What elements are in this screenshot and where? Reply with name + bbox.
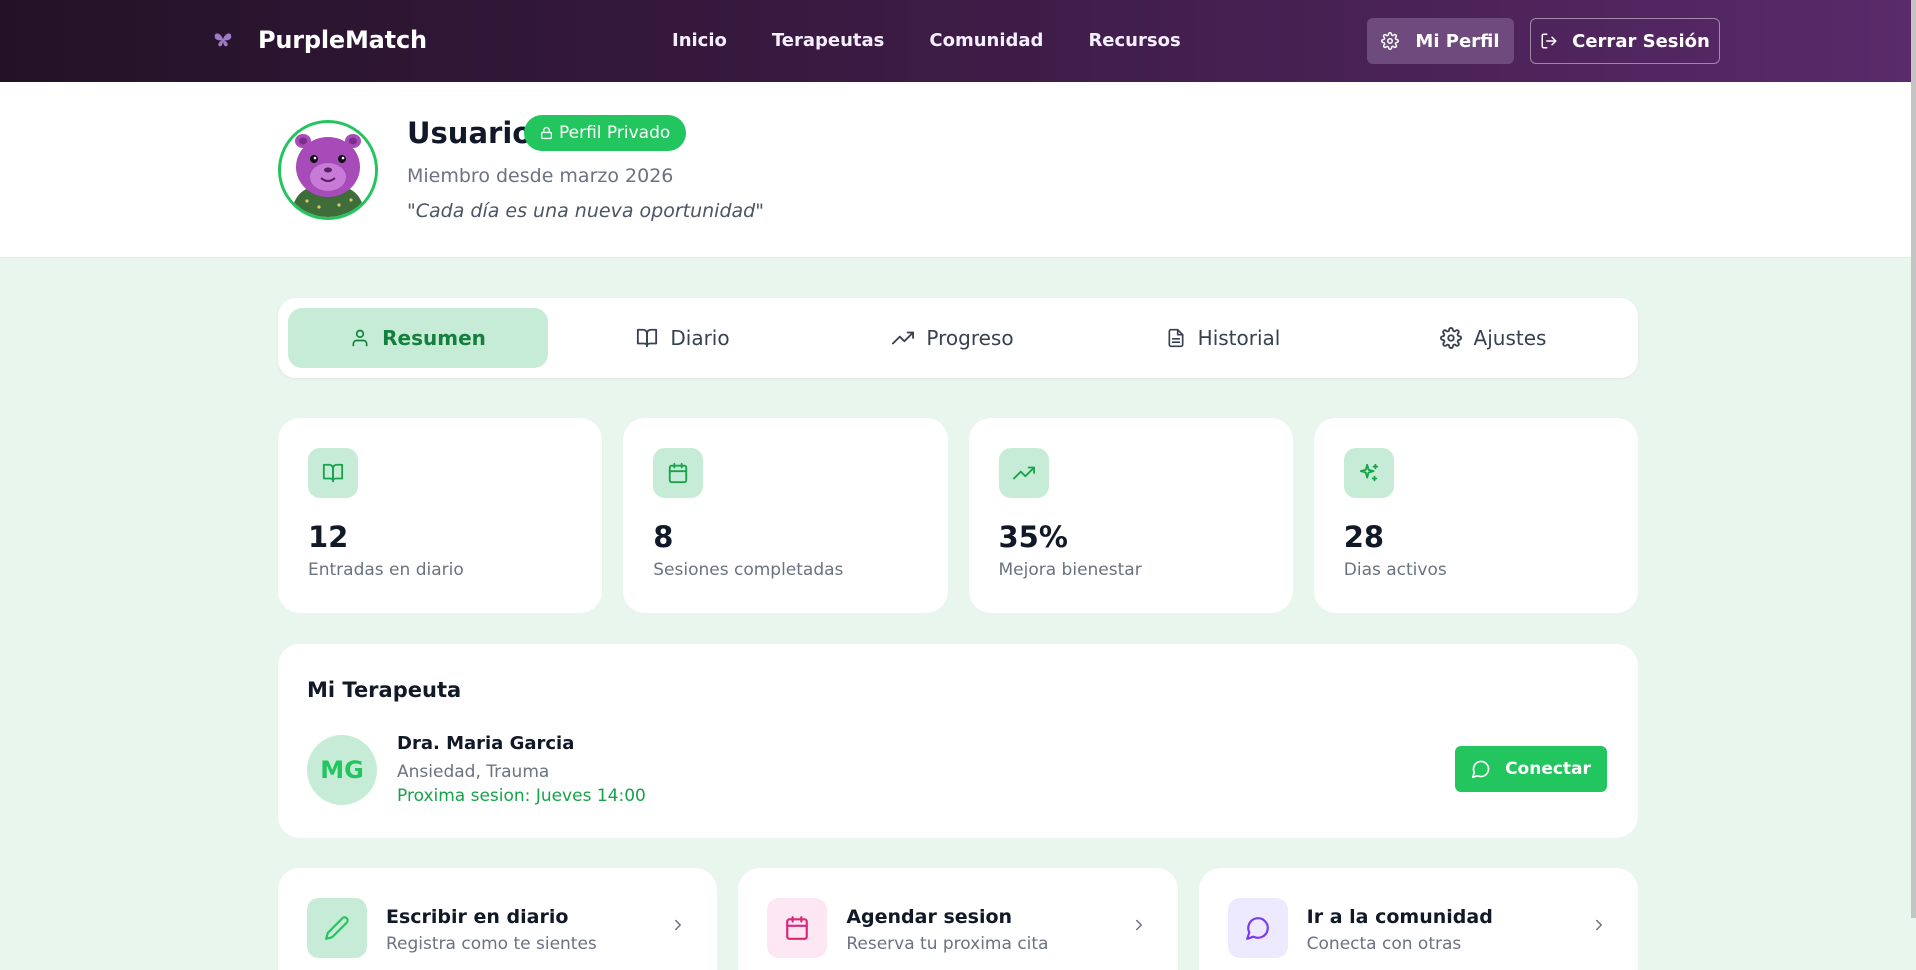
file-text-icon	[1166, 327, 1186, 349]
top-navbar: PurpleMatch Inicio Terapeutas Comunidad …	[0, 0, 1916, 82]
stat-value: 35%	[998, 520, 1068, 554]
stat-card-active-days: 28 Dias activos	[1313, 418, 1638, 613]
logout-icon	[1540, 32, 1558, 50]
page-scrollbar[interactable]	[1911, 0, 1916, 918]
action-title: Ir a la comunidad	[1306, 906, 1493, 928]
action-subtitle: Reserva tu proxima cita	[846, 934, 1049, 954]
chevron-right-icon	[1590, 916, 1608, 934]
my-therapist-card: Mi Terapeuta MG Dra. Maria Garcia Ansied…	[278, 644, 1638, 838]
nav-link-inicio[interactable]: Inicio	[672, 30, 727, 51]
logout-button[interactable]: Cerrar Sesión	[1530, 18, 1720, 64]
therapist-name: Dra. Maria Garcia	[397, 733, 575, 754]
brand[interactable]: PurpleMatch	[210, 26, 427, 54]
message-icon	[1227, 898, 1288, 958]
profile-tabs: Resumen Diario Progreso Historial Ajuste…	[278, 298, 1638, 378]
logout-label: Cerrar Sesión	[1572, 30, 1710, 52]
stats-row: 12 Entradas en diario 8 Sesiones complet…	[278, 418, 1638, 613]
trending-up-icon	[998, 448, 1049, 498]
tab-ajustes[interactable]: Ajustes	[1358, 308, 1628, 368]
book-open-icon	[308, 448, 358, 498]
private-profile-badge: Perfil Privado	[524, 115, 687, 151]
my-profile-button[interactable]: Mi Perfil	[1367, 18, 1514, 64]
action-title: Agendar sesion	[846, 906, 1013, 928]
nav-link-recursos[interactable]: Recursos	[1088, 30, 1180, 51]
brand-name: PurpleMatch	[258, 26, 427, 54]
action-schedule-session[interactable]: Agendar sesion Reserva tu proxima cita	[738, 868, 1178, 970]
tab-label: Ajustes	[1473, 326, 1547, 350]
tab-label: Resumen	[382, 326, 486, 350]
stat-value: 12	[308, 520, 349, 554]
nav-link-terapeutas[interactable]: Terapeutas	[772, 30, 885, 51]
private-profile-label: Perfil Privado	[559, 123, 671, 143]
book-open-icon	[636, 327, 658, 349]
tab-diario[interactable]: Diario	[548, 308, 818, 368]
stat-card-diary-entries: 12 Entradas en diario	[278, 418, 603, 613]
stat-label: Sesiones completadas	[653, 560, 844, 580]
pencil-icon	[307, 898, 367, 958]
capybara-avatar[interactable]	[278, 120, 378, 220]
tab-label: Diario	[670, 326, 730, 350]
nav-link-comunidad[interactable]: Comunidad	[929, 30, 1043, 51]
butterfly-icon	[210, 27, 236, 53]
connect-button[interactable]: Conectar	[1455, 746, 1607, 792]
chevron-right-icon	[1130, 916, 1148, 934]
tab-progreso[interactable]: Progreso	[818, 308, 1088, 368]
user-name: Usuario	[407, 116, 533, 150]
chevron-right-icon	[669, 916, 687, 934]
action-title: Escribir en diario	[386, 906, 569, 928]
therapist-avatar: MG	[307, 735, 377, 805]
action-subtitle: Conecta con otras	[1306, 934, 1462, 954]
stat-value: 8	[653, 520, 674, 554]
therapist-specialties: Ansiedad, Trauma	[397, 762, 550, 782]
tab-resumen[interactable]: Resumen	[288, 308, 548, 368]
stat-label: Entradas en diario	[308, 560, 464, 580]
action-write-diary[interactable]: Escribir en diario Registra como te sien…	[278, 868, 718, 970]
action-go-community[interactable]: Ir a la comunidad Conecta con otras	[1198, 868, 1638, 970]
tab-historial[interactable]: Historial	[1088, 308, 1358, 368]
action-subtitle: Registra como te sientes	[386, 934, 597, 954]
section-title: Mi Terapeuta	[307, 678, 462, 702]
next-session: Proxima sesion: Jueves 14:00	[397, 786, 646, 806]
lock-icon	[540, 126, 553, 140]
trending-up-icon	[892, 327, 915, 349]
stat-label: Dias activos	[1343, 560, 1447, 580]
stat-card-wellbeing: 35% Mejora bienestar	[968, 418, 1293, 613]
connect-label: Conectar	[1505, 759, 1591, 779]
message-icon	[1471, 759, 1491, 779]
tab-label: Historial	[1197, 326, 1281, 350]
gear-icon	[1439, 327, 1462, 349]
calendar-icon	[653, 448, 704, 498]
stat-card-sessions: 8 Sesiones completadas	[623, 418, 948, 613]
stat-label: Mejora bienestar	[998, 560, 1142, 580]
stat-value: 28	[1343, 520, 1385, 554]
gear-icon	[1381, 32, 1400, 50]
tab-label: Progreso	[926, 326, 1014, 350]
sparkles-icon	[1343, 448, 1394, 498]
calendar-icon	[767, 898, 828, 958]
profile-quote: "Cada día es una nueva oportunidad"	[407, 200, 764, 222]
member-since: Miembro desde marzo 2026	[407, 165, 674, 187]
quick-actions: Escribir en diario Registra como te sien…	[278, 868, 1638, 970]
my-profile-label: Mi Perfil	[1415, 30, 1500, 52]
user-icon	[350, 328, 370, 348]
